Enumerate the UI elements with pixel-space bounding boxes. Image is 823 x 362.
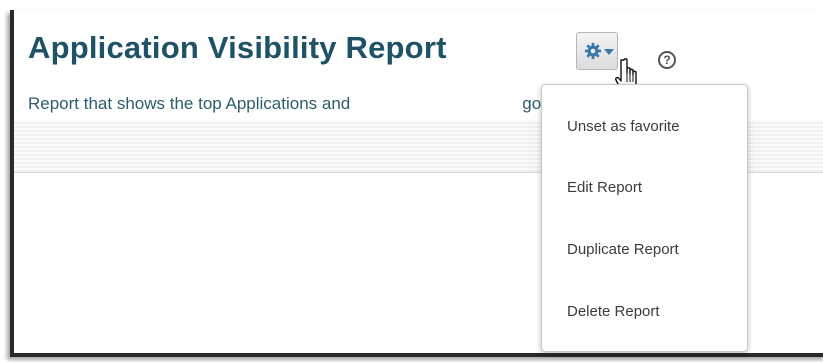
caret-down-icon — [604, 49, 614, 55]
menu-item-edit-report[interactable]: Edit Report — [567, 179, 642, 196]
gear-icon — [584, 42, 602, 60]
menu-item-delete-report[interactable]: Delete Report — [567, 303, 660, 320]
page-subtitle: Report that shows the top Applications a… — [28, 94, 569, 114]
menu-item-unset-favorite[interactable]: Unset as favorite — [567, 118, 680, 135]
subtitle-text-left: Report that shows the top Applications a… — [28, 94, 351, 113]
question-circle-icon[interactable]: ? — [658, 51, 676, 69]
settings-dropdown-button[interactable] — [576, 32, 618, 70]
menu-item-duplicate-report[interactable]: Duplicate Report — [567, 241, 679, 258]
page-title: Application Visibility Report — [28, 30, 447, 65]
settings-dropdown-menu: Unset as favorite Edit Report Duplicate … — [541, 84, 748, 352]
